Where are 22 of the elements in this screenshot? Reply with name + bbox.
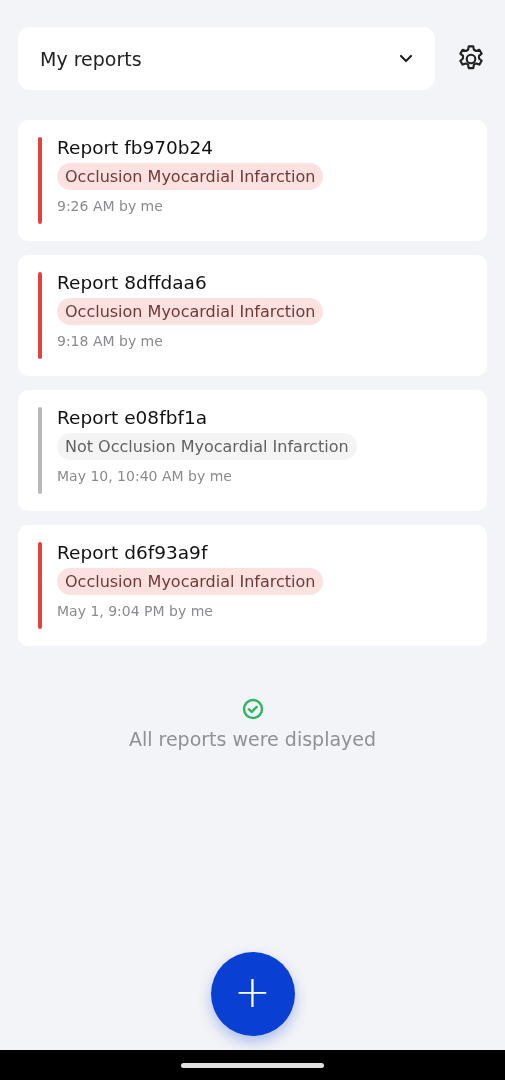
report-time: 9:26 AM by me (57, 198, 163, 214)
report-card[interactable]: Report fb970b24 Occlusion Myocardial Infarction 9:26 AM by me (18, 120, 487, 241)
report-filter-dropdown[interactable]: My reports (18, 27, 435, 90)
diagnosis-tag: Occlusion Myocardial Infarction (57, 568, 324, 595)
end-of-list-message: All reports were displayed (128, 728, 377, 750)
diagnosis-tag: Occlusion Myocardial Infarction (57, 163, 324, 190)
report-title: Report 8dffdaa6 (57, 272, 207, 293)
report-time: May 1, 9:04 PM by me (57, 603, 213, 619)
report-time: May 10, 10:40 AM by me (57, 468, 232, 484)
diagnosis-tag: Not Occlusion Myocardial Infarction (57, 433, 357, 460)
report-time: 9:18 AM by me (57, 333, 163, 349)
report-card[interactable]: Report 8dffdaa6 Occlusion Myocardial Infarction 9:18 AM by me (18, 255, 487, 376)
report-card[interactable]: Report e08fbf1a Not Occlusion Myocardial Infarction May 10, 10:40 AM by me (18, 390, 487, 511)
report-title: Report e08fbf1a (57, 407, 207, 428)
add-report-button[interactable]: + (210, 952, 295, 1036)
report-title: Report fb970b24 (57, 137, 214, 158)
chevron-down-icon (399, 54, 413, 63)
diagnosis-tag: Occlusion Myocardial Infarction (57, 298, 324, 325)
check-circle-icon (241, 698, 264, 720)
home-indicator[interactable] (181, 1062, 324, 1068)
report-card[interactable]: Report d6f93a9f Occlusion Myocardial Infarction May 1, 9:04 PM by me (18, 525, 487, 646)
report-title: Report d6f93a9f (57, 542, 208, 563)
